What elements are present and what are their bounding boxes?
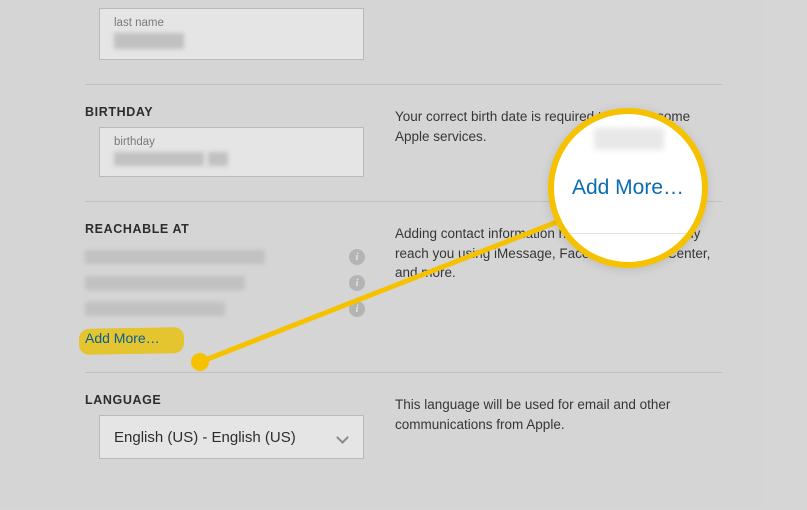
contact-redacted [85, 276, 245, 290]
birthday-value-redacted [114, 152, 204, 166]
contact-redacted [85, 302, 225, 316]
add-more-link[interactable]: Add More… [85, 330, 160, 346]
last-name-description [395, 8, 722, 60]
callout-add-more-text: Add More… [554, 176, 702, 200]
language-heading: LANGUAGE [85, 393, 365, 407]
contact-row: i [85, 270, 365, 296]
last-name-inner-label: last name [114, 17, 349, 29]
contact-redacted [85, 250, 265, 264]
reachable-heading: REACHABLE AT [85, 222, 365, 236]
language-description: This language will be used for email and… [395, 393, 722, 459]
birthday-value-redacted [208, 152, 228, 166]
info-icon[interactable]: i [349, 249, 365, 265]
callout-divider [554, 233, 702, 234]
language-selected-value: English (US) - English (US) [114, 429, 296, 446]
last-name-field[interactable]: last name [99, 8, 364, 60]
info-icon[interactable]: i [349, 275, 365, 291]
info-icon[interactable]: i [349, 301, 365, 317]
birthday-inner-label: birthday [114, 136, 349, 148]
birthday-heading: BIRTHDAY [85, 105, 365, 119]
language-select[interactable]: English (US) - English (US) [99, 415, 364, 459]
contact-row: i [85, 296, 365, 322]
chevron-down-icon [336, 431, 349, 444]
last-name-value-redacted [114, 33, 184, 49]
contact-row: i [85, 244, 365, 270]
birthday-field[interactable]: birthday [99, 127, 364, 177]
callout-redacted [594, 128, 664, 150]
magnifier-callout: Add More… [548, 108, 708, 268]
